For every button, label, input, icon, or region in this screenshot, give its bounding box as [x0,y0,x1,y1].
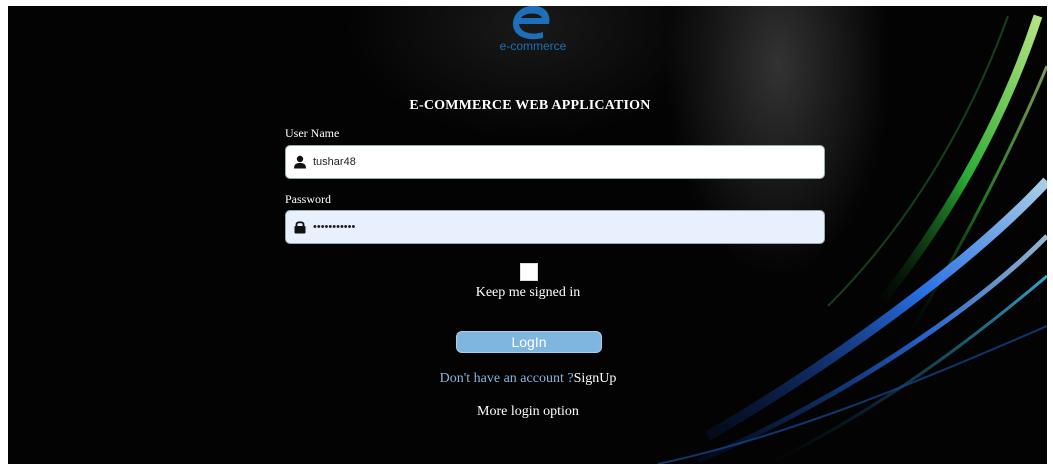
e-logo-icon [513,6,550,40]
keep-signed-in-checkbox[interactable] [520,263,538,281]
login-button[interactable]: LogIn [456,331,602,353]
logo-text: e-commerce [499,39,567,53]
lock-icon [294,221,306,234]
username-label: User Name [285,126,340,140]
page-title: E-COMMERCE WEB APPLICATION [409,98,651,113]
logo: e-commerce [478,6,588,58]
password-input[interactable] [313,221,793,233]
password-field[interactable] [285,210,825,244]
keep-signed-in-label: Keep me signed in [475,285,581,300]
signup-row: Don't have an account ?SignUp [388,371,668,387]
username-field[interactable] [285,145,825,179]
user-icon [294,155,306,169]
login-page: e-commerce E-COMMERCE WEB APPLICATION Us… [8,6,1047,464]
more-login-option-link[interactable]: More login option [428,404,628,420]
password-label: Password [285,192,332,206]
signup-link[interactable]: SignUp [574,371,617,386]
username-input[interactable] [313,156,793,168]
signup-question: Don't have an account ? [439,371,574,386]
